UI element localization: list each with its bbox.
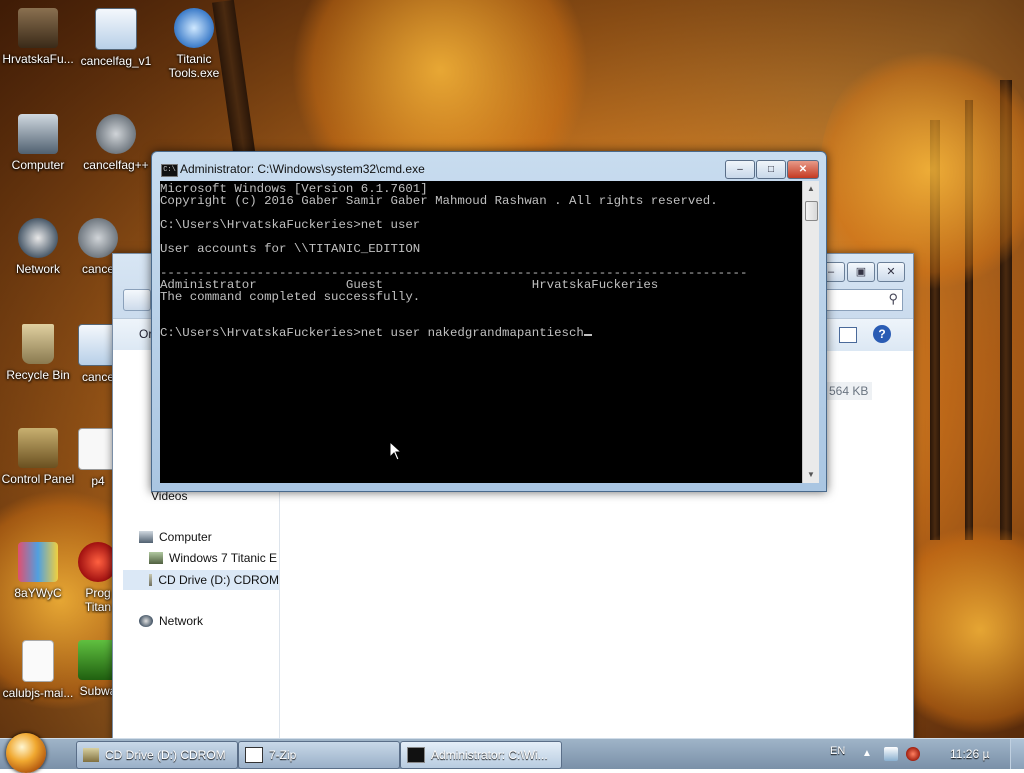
text-cursor bbox=[583, 334, 592, 336]
taskbar-button-cmd[interactable]: Administrator: C:\Wi... bbox=[400, 741, 562, 769]
desktop-icon-network[interactable]: Network bbox=[0, 218, 76, 276]
taskbar-button-7zip[interactable]: 7-Zip bbox=[238, 741, 400, 769]
desktop-icon-cancelfag-v1[interactable]: cancelfag_v1 bbox=[78, 8, 154, 68]
drive-icon bbox=[149, 552, 163, 564]
computer-icon bbox=[139, 531, 153, 543]
scroll-down-icon[interactable]: ▼ bbox=[803, 467, 819, 483]
explorer-caption-buttons: – ▣ ✕ bbox=[817, 262, 905, 282]
show-desktop-button[interactable] bbox=[1010, 739, 1024, 769]
maximize-button[interactable]: ▣ bbox=[847, 262, 875, 282]
desktop-icon-recycle-bin[interactable]: Recycle Bin bbox=[0, 324, 76, 382]
console-output[interactable]: Microsoft Windows [Version 6.1.7601] Cop… bbox=[160, 181, 802, 483]
network-icon bbox=[18, 218, 58, 258]
language-indicator[interactable]: EN bbox=[830, 745, 845, 757]
file-icon bbox=[22, 640, 54, 682]
volume-icon[interactable] bbox=[906, 747, 920, 761]
gears-icon bbox=[78, 218, 118, 258]
start-button[interactable] bbox=[6, 733, 46, 773]
minimize-button[interactable]: – bbox=[725, 160, 755, 179]
desktop-icon-control-panel[interactable]: Control Panel bbox=[0, 428, 76, 486]
clock[interactable]: 11:26 µ bbox=[950, 747, 989, 761]
file-size-label: 564 KB bbox=[825, 382, 873, 400]
nav-item-drive-c[interactable]: Windows 7 Titanic E bbox=[149, 551, 277, 565]
taskbar: CD Drive (D:) CDROM 7-Zip Administrator:… bbox=[0, 733, 1024, 773]
vertical-scrollbar[interactable]: ▲ ▼ bbox=[802, 181, 819, 483]
cmd-icon bbox=[407, 747, 425, 763]
search-icon: ⚲ bbox=[888, 291, 898, 306]
control-panel-icon bbox=[18, 428, 58, 468]
tray-expand-icon[interactable]: ▲ bbox=[862, 748, 872, 759]
preview-pane-icon[interactable] bbox=[839, 327, 857, 343]
computer-icon bbox=[18, 114, 58, 154]
close-button[interactable]: ✕ bbox=[787, 160, 819, 179]
gears-icon bbox=[96, 114, 136, 154]
nav-item-network[interactable]: Network bbox=[139, 614, 203, 628]
window-title: Administrator: C:\Windows\system32\cmd.e… bbox=[180, 162, 425, 176]
desktop-icon-calubjs[interactable]: calubjs-mai... bbox=[0, 640, 76, 700]
nav-item-computer[interactable]: Computer bbox=[139, 530, 212, 544]
desktop-icon-8aywyc[interactable]: 8aYWyC bbox=[0, 542, 76, 600]
desktop-icon-computer[interactable]: Computer bbox=[0, 114, 76, 172]
application-icon bbox=[174, 8, 214, 48]
taskbar-button-cd-drive[interactable]: CD Drive (D:) CDROM bbox=[76, 741, 238, 769]
console-text: Microsoft Windows [Version 6.1.7601] Cop… bbox=[160, 182, 748, 340]
network-icon bbox=[139, 615, 153, 627]
scroll-thumb[interactable] bbox=[805, 201, 818, 221]
document-icon bbox=[95, 8, 137, 50]
help-icon[interactable]: ? bbox=[873, 325, 891, 343]
image-icon bbox=[18, 542, 58, 582]
cmd-caption-buttons: – □ ✕ bbox=[725, 160, 819, 179]
cd-drive-icon bbox=[149, 574, 153, 586]
nav-item-drive-d[interactable]: CD Drive (D:) CDROM bbox=[123, 570, 279, 590]
cmd-window[interactable]: C:\ Administrator: C:\Windows\system32\c… bbox=[151, 151, 827, 492]
desktop-icon-hrvatskafu[interactable]: HrvatskaFu... bbox=[0, 8, 76, 66]
recycle-bin-icon bbox=[22, 324, 54, 364]
archive-icon bbox=[245, 747, 263, 763]
mouse-pointer-icon bbox=[389, 441, 403, 461]
network-tray-icon[interactable] bbox=[884, 747, 898, 761]
desktop-icon-cancelfag-plus[interactable]: cancelfag++ bbox=[78, 114, 154, 172]
drive-icon bbox=[83, 748, 99, 762]
folder-icon bbox=[18, 8, 58, 48]
desktop-icon-titanic-tools[interactable]: Titanic Tools.exe bbox=[156, 8, 232, 80]
back-button[interactable] bbox=[123, 289, 151, 311]
scroll-up-icon[interactable]: ▲ bbox=[803, 181, 819, 197]
maximize-button[interactable]: □ bbox=[756, 160, 786, 179]
cmd-icon: C:\ bbox=[161, 164, 178, 177]
close-button[interactable]: ✕ bbox=[877, 262, 905, 282]
